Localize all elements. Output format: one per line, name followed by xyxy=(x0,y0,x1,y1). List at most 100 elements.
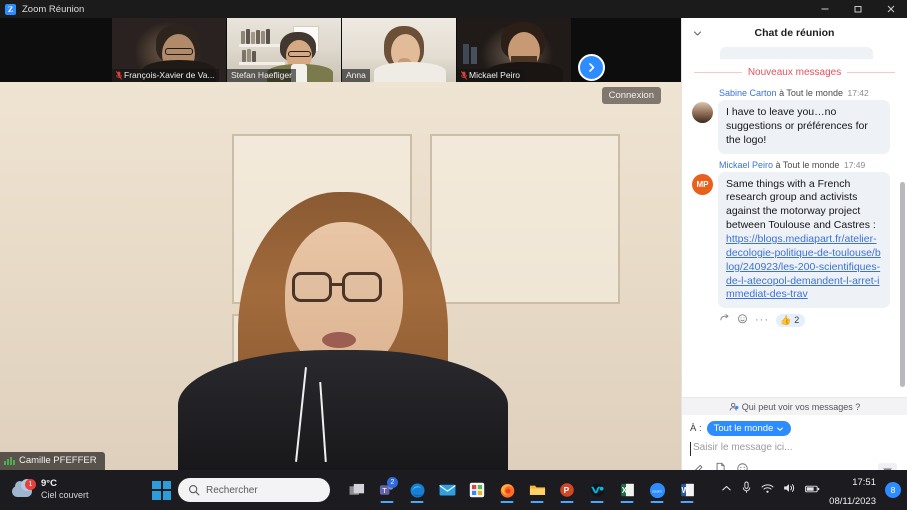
taskbar-app-microsoft-word[interactable]: W xyxy=(674,475,700,505)
clock-time: 17:51 xyxy=(852,476,876,488)
participant-thumbnail-strip: François-Xavier de Va... Stefan Haeflige… xyxy=(0,18,681,82)
avatar[interactable]: MP xyxy=(692,173,713,195)
message-bubble: I have to leave you…no suggestions or pr… xyxy=(718,100,890,154)
previous-message-partial xyxy=(720,47,873,59)
taskbar-app-webex[interactable] xyxy=(584,475,610,505)
thumbnail-name-label: Mickael Peiro xyxy=(457,68,525,82)
restore-icon[interactable] xyxy=(841,0,874,18)
strip-left-padding xyxy=(0,18,112,82)
audio-level-icon xyxy=(4,456,15,465)
taskbar-app-firefox[interactable] xyxy=(494,475,520,505)
chevron-right-icon xyxy=(589,63,595,72)
message-sender[interactable]: Mickael Peiro xyxy=(719,160,773,170)
windows-start-icon[interactable] xyxy=(152,480,171,500)
taskbar-app-microsoft-edge[interactable] xyxy=(404,475,430,505)
active-speaker-name-label: Camille PFEFFER xyxy=(0,452,105,470)
volume-icon[interactable] xyxy=(783,481,796,499)
speaker-torso xyxy=(178,350,508,470)
clock-date: 08/11/2023 xyxy=(829,496,876,507)
windows-taskbar: 1 9°C Ciel couvert Rechercher T 2 P X zo… xyxy=(0,470,907,510)
svg-text:zoom: zoom xyxy=(652,488,662,493)
privacy-notice-text: Qui peut voir vos messages ? xyxy=(741,401,861,412)
chevron-down-icon xyxy=(777,427,784,431)
weather-text: 9°C Ciel couvert xyxy=(41,478,89,501)
participant-thumbnail[interactable]: Stefan Haefliger xyxy=(227,18,341,82)
chat-title: Chat de réunion xyxy=(754,26,835,39)
taskbar-clock[interactable]: 17:51 08/11/2023 xyxy=(829,471,876,509)
zoom-logo-icon: Z xyxy=(5,3,16,15)
weather-badge: 1 xyxy=(25,479,36,490)
reply-icon[interactable] xyxy=(719,311,730,329)
window-titlebar: Z Zoom Réunion xyxy=(0,0,907,18)
message-meta: Mickael Peiro à Tout le monde 17:49 xyxy=(719,160,897,170)
thumbnail-name-text: Mickael Peiro xyxy=(469,70,521,80)
message-recipient: Tout le monde xyxy=(786,88,843,98)
mic-muted-icon xyxy=(461,70,467,80)
more-options-icon[interactable]: ··· xyxy=(755,315,769,326)
chat-scrollbar-thumb[interactable] xyxy=(900,182,905,387)
participant-thumbnail[interactable]: Mickael Peiro xyxy=(457,18,571,82)
weather-temperature: 9°C xyxy=(41,478,57,490)
taskbar-app-microsoft-store[interactable] xyxy=(464,475,490,505)
active-speaker-video[interactable]: Connexion Camille PFEFFER xyxy=(0,82,681,470)
taskbar-app-zoom[interactable]: zoom xyxy=(644,475,670,505)
speaker-glasses-bridge xyxy=(331,283,344,286)
weather-description: Ciel couvert xyxy=(41,490,89,501)
taskbar-app-mail[interactable] xyxy=(434,475,460,505)
thumbnail-name-text: Stefan Haefliger xyxy=(231,70,292,80)
svg-text:P: P xyxy=(564,485,570,495)
system-tray: 17:51 08/11/2023 8 xyxy=(721,471,901,509)
battery-icon[interactable] xyxy=(805,481,820,499)
taskbar-app-powerpoint[interactable]: P xyxy=(554,475,580,505)
message-reaction-bar: ··· 👍 2 xyxy=(719,311,897,329)
chat-header: Chat de réunion xyxy=(682,18,907,47)
wifi-icon[interactable] xyxy=(761,481,774,499)
chat-compose-area: À : Tout le monde Saisir le message ici.… xyxy=(682,415,907,456)
taskbar-app-file-explorer[interactable] xyxy=(524,475,550,505)
taskbar-app-icons: T 2 P X zoom W xyxy=(344,475,700,505)
minimize-icon[interactable] xyxy=(808,0,841,18)
emoji-icon[interactable] xyxy=(737,311,748,329)
thumbnail-name-label: Stefan Haefliger xyxy=(227,68,296,82)
thumbnail-name-text: Anna xyxy=(346,70,366,80)
microphone-icon[interactable] xyxy=(741,481,752,499)
connection-badge: Connexion xyxy=(601,87,661,104)
participant-thumbnail[interactable]: François-Xavier de Va... xyxy=(112,18,226,82)
recipient-row: À : Tout le monde xyxy=(690,421,899,436)
message-recipient: Tout le monde xyxy=(782,159,840,170)
recipient-value: Tout le monde xyxy=(713,423,774,434)
message-timestamp: 17:49 xyxy=(843,159,866,170)
notification-badge[interactable]: 8 xyxy=(885,482,901,498)
chat-scrollbar[interactable] xyxy=(900,47,906,397)
taskbar-badge: 2 xyxy=(387,477,398,488)
taskbar-app-task-view[interactable] xyxy=(344,475,370,505)
search-input[interactable]: Rechercher xyxy=(178,478,330,502)
gallery-next-page-button[interactable] xyxy=(578,54,605,81)
divider-line-right xyxy=(847,72,896,73)
message-bubble: Same things with a French research group… xyxy=(718,171,890,309)
weather-widget[interactable]: 1 9°C Ciel couvert xyxy=(10,478,89,501)
speaker-glasses-left xyxy=(292,272,332,302)
active-speaker-name-text: Camille PFEFFER xyxy=(19,455,97,466)
taskbar-app-microsoft-teams[interactable]: T 2 xyxy=(374,475,400,505)
new-messages-label: Nouveaux messages xyxy=(747,67,842,78)
message-row: MP Same things with a French research gr… xyxy=(692,171,897,309)
close-icon[interactable] xyxy=(874,0,907,18)
chevron-up-icon[interactable] xyxy=(721,481,732,499)
participant-thumbnail[interactable]: Anna xyxy=(342,18,456,82)
svg-text:T: T xyxy=(382,486,387,495)
chat-message-list[interactable]: Nouveaux messages Sabine Carton à Tout l… xyxy=(682,47,907,397)
chevron-down-icon[interactable] xyxy=(690,26,704,40)
svg-text:W: W xyxy=(681,486,689,495)
avatar[interactable] xyxy=(692,102,713,123)
message-sender[interactable]: Sabine Carton xyxy=(719,88,777,98)
svg-text:X: X xyxy=(621,486,627,495)
meeting-chat-panel: Chat de réunion Nouveaux messages Sabine… xyxy=(681,18,907,488)
message-input[interactable]: Saisir le message ici... xyxy=(690,442,899,456)
message-link[interactable]: https://blogs.mediapart.fr/atelier-decol… xyxy=(726,233,881,300)
search-placeholder: Rechercher xyxy=(206,484,258,496)
reaction-pill[interactable]: 👍 2 xyxy=(776,313,806,327)
recipient-selector[interactable]: Tout le monde xyxy=(706,421,792,436)
taskbar-app-excel[interactable]: X xyxy=(614,475,640,505)
privacy-notice-bar[interactable]: Qui peut voir vos messages ? xyxy=(682,397,907,415)
